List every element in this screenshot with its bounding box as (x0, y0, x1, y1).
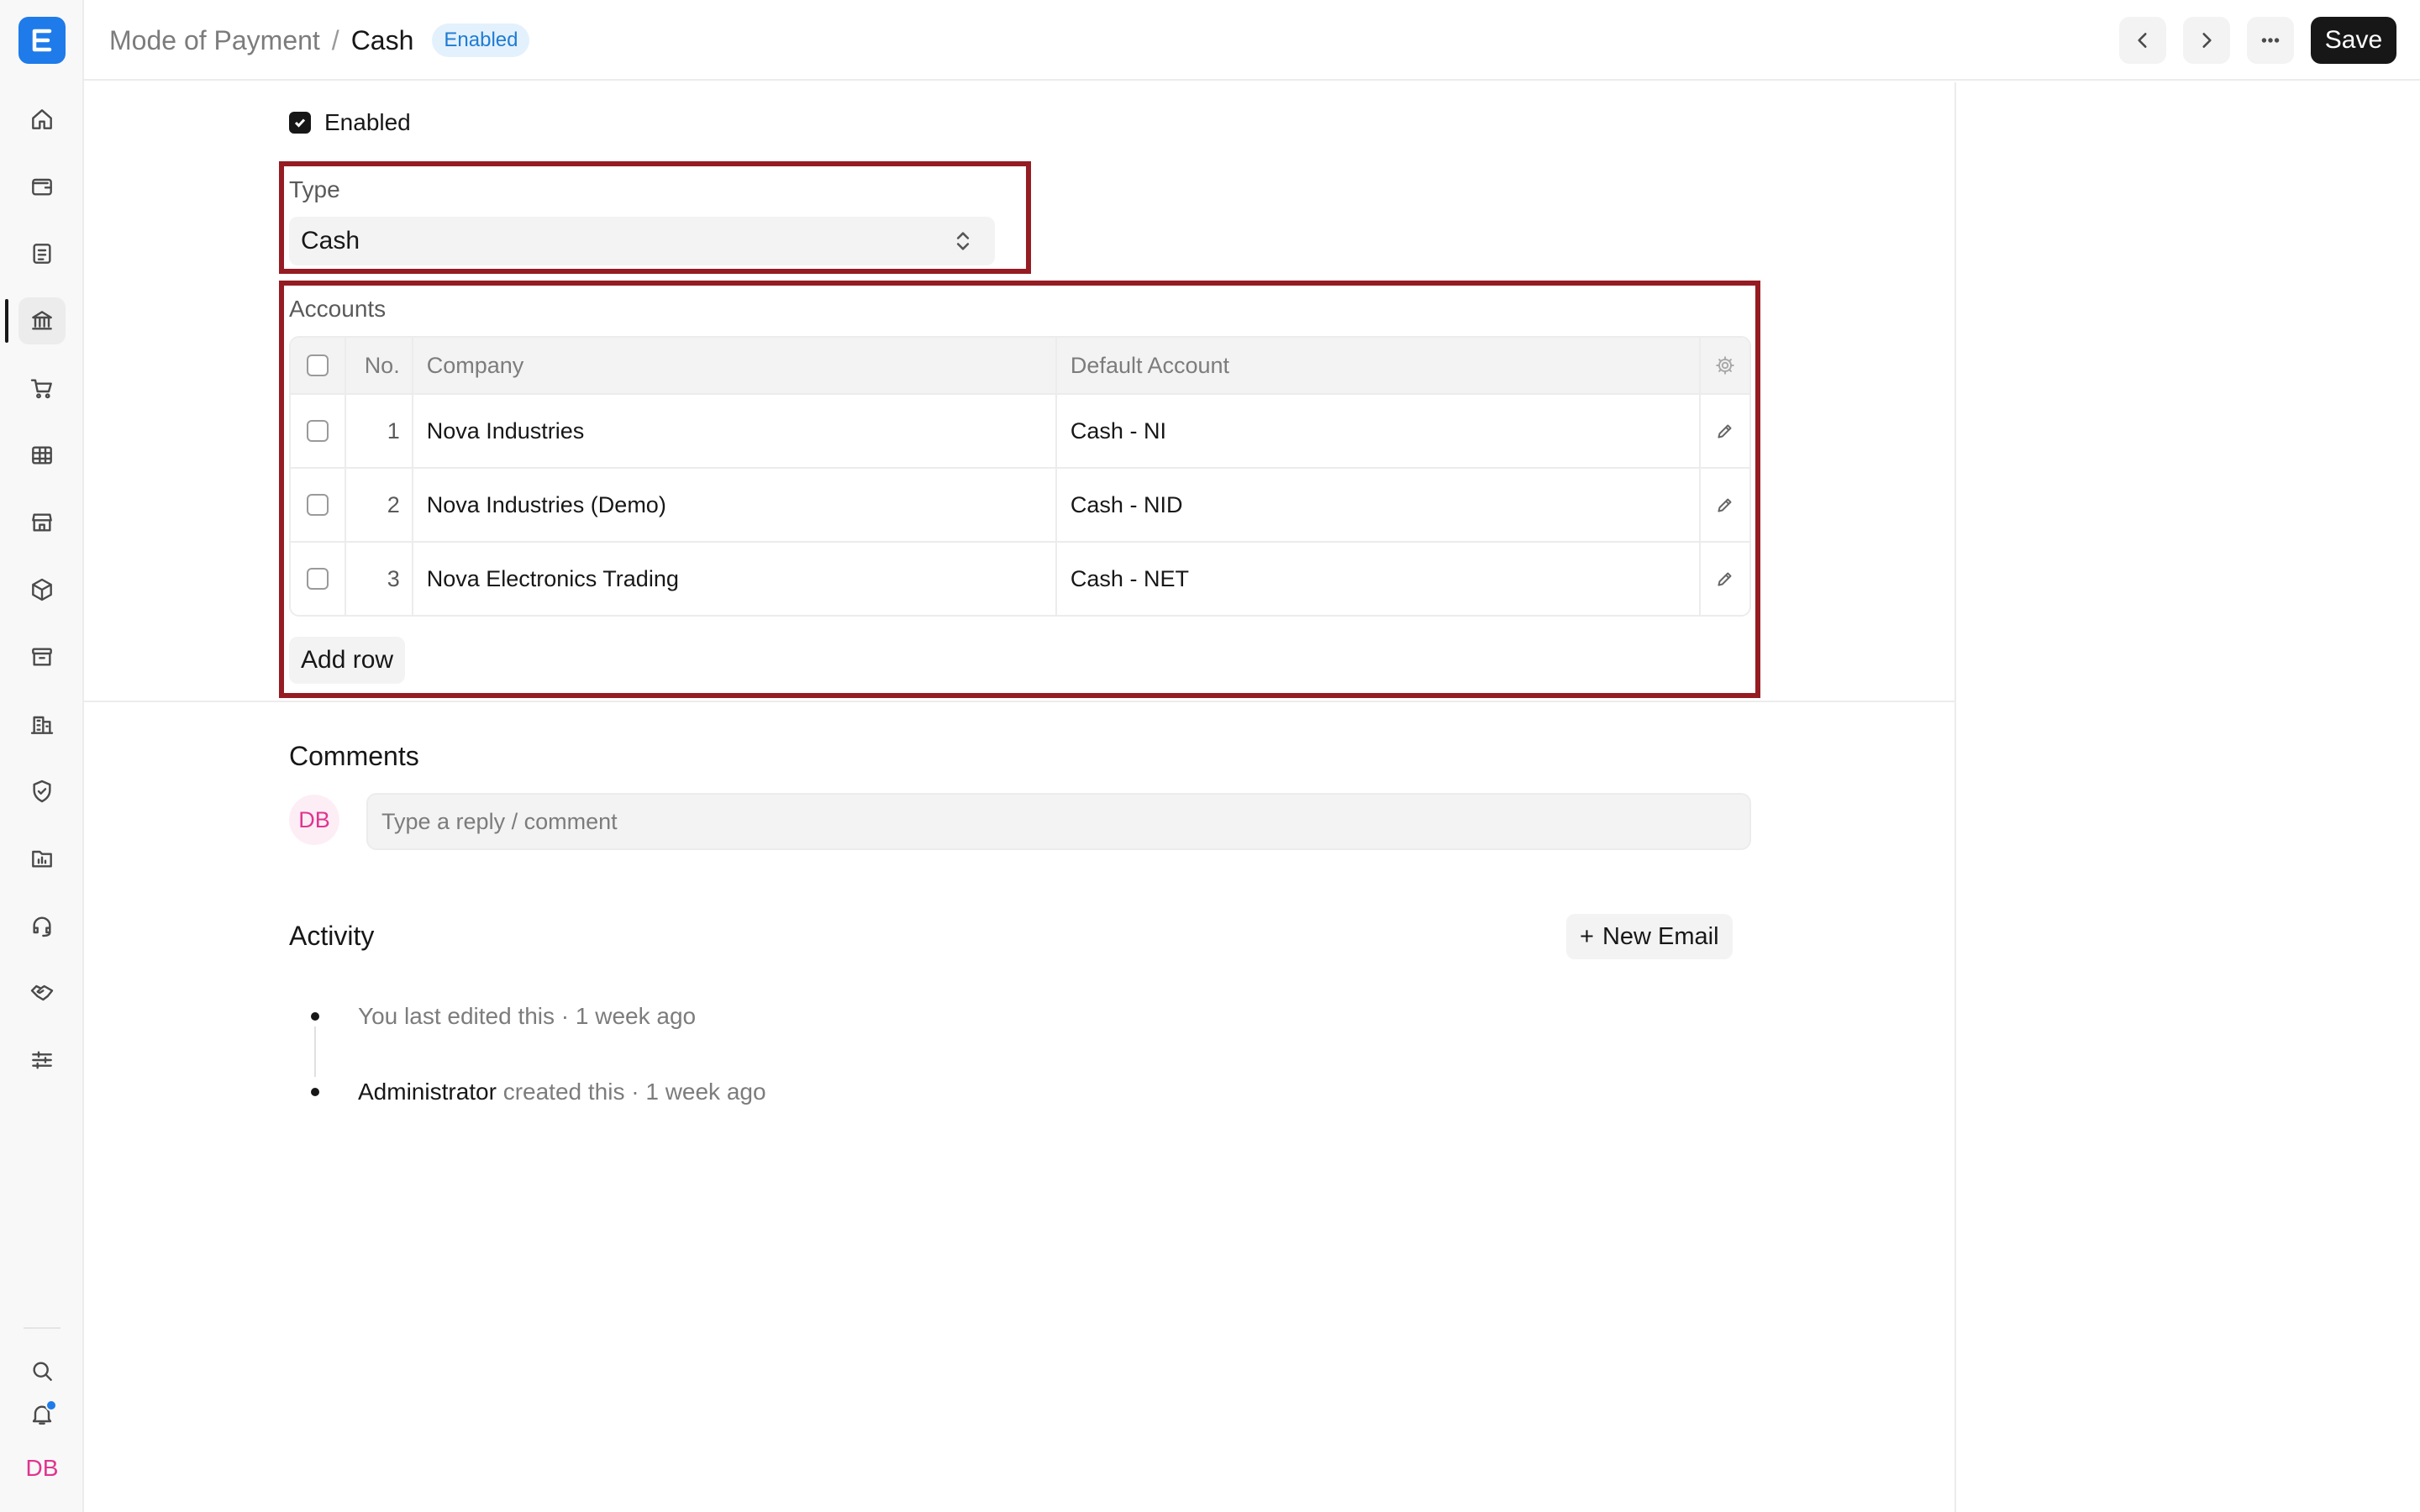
sliders-icon[interactable] (18, 1037, 66, 1084)
row-checkbox[interactable] (306, 568, 329, 590)
row-check-cell (291, 395, 345, 467)
notification-dot (45, 1399, 57, 1411)
activity-item: Administrator created this · 1 week ago (358, 1079, 766, 1105)
page-header: Mode of Payment / Cash Enabled Save (84, 0, 2420, 81)
column-header-company: Company (411, 338, 1055, 393)
table-row[interactable]: 2 Nova Industries (Demo) Cash - NID (291, 467, 1749, 541)
default-account-cell[interactable]: Cash - NID (1055, 469, 1699, 541)
wallet-icon[interactable] (18, 163, 66, 210)
next-record-button[interactable] (2183, 17, 2230, 64)
column-header-no: No. (344, 338, 412, 393)
select-all-cell (291, 338, 345, 393)
enabled-label: Enabled (324, 109, 411, 135)
row-checkbox[interactable] (306, 494, 329, 516)
timeline-dot (311, 1012, 319, 1021)
active-indicator (5, 299, 8, 343)
folder-chart-icon[interactable] (18, 835, 66, 882)
sidebar: DB (0, 0, 84, 1512)
activity-text: You last edited this · 1 week ago (358, 1003, 697, 1029)
timeline-dot (311, 1088, 319, 1096)
new-email-label: New Email (1602, 922, 1719, 950)
table-row[interactable]: 1 Nova Industries Cash - NI (291, 393, 1749, 467)
activity-text: created this · 1 week ago (496, 1079, 766, 1105)
chevron-right-icon (2202, 33, 2212, 48)
row-number: 3 (344, 543, 412, 615)
plus-icon: + (1580, 922, 1594, 950)
activity-item: You last edited this · 1 week ago (358, 1003, 696, 1030)
shield-icon[interactable] (18, 768, 66, 815)
headset-icon[interactable] (18, 902, 66, 949)
app-logo[interactable] (18, 17, 66, 64)
company-cell[interactable]: Nova Electronics Trading (411, 543, 1055, 615)
section-divider (84, 701, 1956, 702)
row-number: 2 (344, 469, 412, 541)
comment-avatar: DB (289, 795, 339, 845)
bell-icon[interactable] (18, 1391, 66, 1438)
package-icon[interactable] (18, 566, 66, 613)
default-account-cell[interactable]: Cash - NI (1055, 395, 1699, 467)
chevron-left-icon (2138, 33, 2147, 48)
gear-icon[interactable] (1714, 354, 1736, 376)
pencil-icon[interactable] (1714, 568, 1736, 590)
table-icon[interactable] (18, 432, 66, 479)
check-icon (294, 118, 306, 128)
table-header-row: No. Company Default Account (291, 338, 1749, 393)
page-title: Cash (350, 24, 414, 55)
accounts-table: No. Company Default Account 1 Nova Indus… (289, 336, 1751, 617)
chevron-up-down-icon (956, 232, 970, 250)
column-header-default-account: Default Account (1055, 338, 1699, 393)
row-check-cell (291, 543, 345, 615)
ellipsis-icon (2261, 38, 2280, 43)
type-label: Type (289, 176, 340, 202)
add-row-button[interactable]: Add row (289, 637, 406, 684)
breadcrumb-parent-link[interactable]: Mode of Payment (109, 25, 320, 56)
home-icon[interactable] (18, 96, 66, 143)
accounts-label: Accounts (289, 296, 387, 322)
column-settings-cell (1699, 338, 1749, 393)
row-number: 1 (344, 395, 412, 467)
save-button[interactable]: Save (2311, 17, 2396, 64)
row-edit-cell (1699, 543, 1749, 615)
comments-heading: Comments (289, 741, 419, 771)
previous-record-button[interactable] (2119, 17, 2166, 64)
row-edit-cell (1699, 469, 1749, 541)
timeline-line (314, 1026, 316, 1077)
cart-icon[interactable] (18, 365, 66, 412)
pencil-icon[interactable] (1714, 494, 1736, 516)
activity-actor[interactable]: Administrator (358, 1079, 497, 1105)
pencil-icon[interactable] (1714, 420, 1736, 442)
breadcrumb-separator: / (331, 24, 339, 55)
search-icon[interactable] (18, 1347, 66, 1394)
activity-heading: Activity (289, 921, 375, 951)
sidebar-divider (24, 1327, 60, 1329)
row-checkbox[interactable] (306, 420, 329, 442)
company-cell[interactable]: Nova Industries (Demo) (411, 469, 1055, 541)
type-select[interactable]: Cash (289, 217, 995, 265)
row-check-cell (291, 469, 345, 541)
type-select-value: Cash (301, 227, 360, 255)
comment-input[interactable]: Type a reply / comment (366, 793, 1751, 850)
more-actions-button[interactable] (2247, 17, 2294, 64)
breadcrumb: Mode of Payment / Cash Enabled (109, 24, 530, 57)
store-icon[interactable] (18, 499, 66, 546)
table-row[interactable]: 3 Nova Electronics Trading Cash - NET (291, 541, 1749, 615)
building-icon[interactable] (18, 701, 66, 748)
status-badge: Enabled (432, 24, 530, 57)
select-all-checkbox[interactable] (306, 354, 329, 376)
handshake-icon[interactable] (18, 969, 66, 1016)
archive-icon[interactable] (18, 633, 66, 680)
bank-icon[interactable] (18, 297, 66, 344)
default-account-cell[interactable]: Cash - NET (1055, 543, 1699, 615)
row-edit-cell (1699, 395, 1749, 467)
enabled-field: Enabled (289, 109, 411, 136)
new-email-button[interactable]: + New Email (1566, 914, 1733, 959)
company-cell[interactable]: Nova Industries (411, 395, 1055, 467)
enabled-checkbox[interactable] (289, 112, 311, 134)
document-icon[interactable] (18, 230, 66, 277)
user-avatar[interactable]: DB (18, 1445, 66, 1492)
